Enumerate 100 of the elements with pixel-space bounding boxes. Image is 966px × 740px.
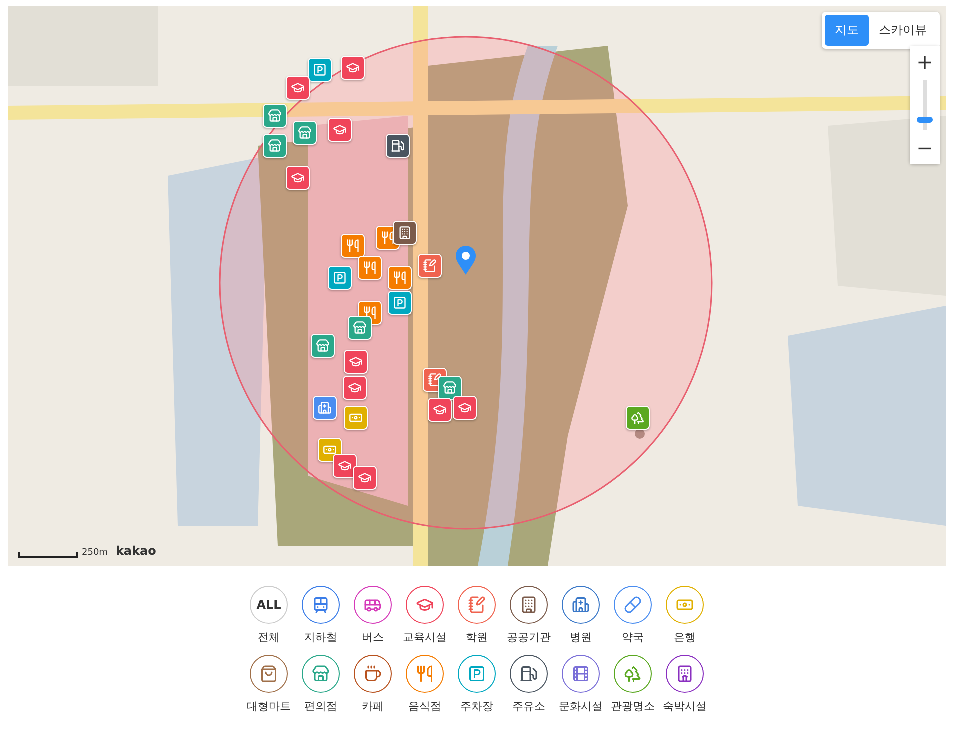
category-label: 편의점 bbox=[304, 699, 338, 714]
map-marker[interactable] bbox=[388, 266, 412, 290]
map-marker[interactable] bbox=[438, 376, 462, 400]
graduation-cap-icon bbox=[458, 401, 472, 415]
zoom-slider-thumb[interactable] bbox=[917, 117, 933, 123]
category-button[interactable]: ALL bbox=[250, 586, 288, 624]
map-marker[interactable] bbox=[626, 406, 650, 430]
coffee-icon bbox=[364, 665, 382, 683]
zoom-in-button[interactable]: + bbox=[910, 46, 940, 78]
category-label: 약국 bbox=[622, 630, 644, 645]
category-button[interactable] bbox=[614, 586, 652, 624]
map-marker[interactable] bbox=[344, 406, 368, 430]
map-logo: kakao bbox=[116, 544, 156, 558]
category-button[interactable] bbox=[302, 586, 340, 624]
graduation-cap-icon bbox=[338, 459, 352, 473]
category-button[interactable] bbox=[510, 655, 548, 693]
map-marker[interactable] bbox=[348, 316, 372, 340]
store-icon bbox=[298, 126, 312, 140]
category-button[interactable] bbox=[354, 655, 392, 693]
map-marker[interactable] bbox=[358, 256, 382, 280]
building-icon bbox=[398, 226, 412, 240]
location-pin-icon bbox=[455, 246, 477, 276]
map-marker[interactable] bbox=[388, 291, 412, 315]
map-marker[interactable] bbox=[263, 104, 287, 128]
map-marker[interactable] bbox=[286, 166, 310, 190]
notebook-icon bbox=[428, 373, 442, 387]
store-icon bbox=[268, 139, 282, 153]
map-marker[interactable] bbox=[341, 56, 365, 80]
category-label: 문화시설 bbox=[559, 699, 603, 714]
category-button[interactable] bbox=[562, 586, 600, 624]
category-button[interactable] bbox=[406, 586, 444, 624]
map-marker[interactable] bbox=[308, 58, 332, 82]
map-marker[interactable] bbox=[286, 76, 310, 100]
map-marker[interactable] bbox=[333, 454, 357, 478]
map-marker[interactable] bbox=[418, 254, 442, 278]
parking-icon bbox=[468, 665, 486, 683]
map-marker[interactable] bbox=[393, 221, 417, 245]
utensils-icon bbox=[363, 261, 377, 275]
category-button[interactable] bbox=[562, 655, 600, 693]
fuel-icon bbox=[520, 665, 538, 683]
map-marker[interactable] bbox=[428, 398, 452, 422]
map-marker[interactable] bbox=[353, 466, 377, 490]
scale-label: 250m bbox=[82, 548, 108, 558]
parking-icon bbox=[333, 271, 347, 285]
hospital-icon bbox=[318, 401, 332, 415]
graduation-cap-icon bbox=[291, 81, 305, 95]
banknote-icon bbox=[349, 411, 363, 425]
category-button[interactable] bbox=[666, 655, 704, 693]
film-icon bbox=[572, 665, 590, 683]
store-icon bbox=[353, 321, 367, 335]
store-icon bbox=[268, 109, 282, 123]
graduation-cap-icon bbox=[433, 403, 447, 417]
category-label: 병원 bbox=[570, 630, 592, 645]
category-button[interactable] bbox=[458, 586, 496, 624]
graduation-cap-icon bbox=[416, 596, 434, 614]
utensils-icon bbox=[363, 306, 377, 320]
category-button[interactable] bbox=[250, 655, 288, 693]
banknote-icon bbox=[323, 443, 337, 457]
map-marker[interactable] bbox=[293, 121, 317, 145]
map-marker[interactable] bbox=[328, 118, 352, 142]
hotel-icon bbox=[676, 665, 694, 683]
graduation-cap-icon bbox=[291, 171, 305, 185]
map-marker[interactable] bbox=[344, 350, 368, 374]
trees-icon bbox=[624, 665, 642, 683]
category-label: 주차장 bbox=[460, 699, 494, 714]
utensils-icon bbox=[346, 239, 360, 253]
map-marker[interactable] bbox=[263, 134, 287, 158]
map-marker[interactable] bbox=[386, 134, 410, 158]
notebook-icon bbox=[468, 596, 486, 614]
trees-icon bbox=[631, 411, 645, 425]
category-label: 버스 bbox=[362, 630, 384, 645]
graduation-cap-icon bbox=[333, 123, 347, 137]
graduation-cap-icon bbox=[358, 471, 372, 485]
category-button[interactable] bbox=[354, 586, 392, 624]
store-icon bbox=[316, 339, 330, 353]
category-label: 카페 bbox=[362, 699, 384, 714]
category-label: 음식점 bbox=[408, 699, 442, 714]
category-label: 대형마트 bbox=[247, 699, 291, 714]
map-marker[interactable] bbox=[341, 234, 365, 258]
category-label: 공공기관 bbox=[507, 630, 551, 645]
graduation-cap-icon bbox=[348, 381, 362, 395]
category-button[interactable] bbox=[510, 586, 548, 624]
graduation-cap-icon bbox=[346, 61, 360, 75]
category-label: 전체 bbox=[258, 630, 280, 645]
utensils-icon bbox=[416, 665, 434, 683]
graduation-cap-icon bbox=[349, 355, 363, 369]
zoom-out-button[interactable]: − bbox=[910, 132, 940, 164]
map-marker[interactable] bbox=[328, 266, 352, 290]
map-marker[interactable] bbox=[453, 396, 477, 420]
parking-icon bbox=[393, 296, 407, 310]
pill-icon bbox=[624, 596, 642, 614]
store-icon bbox=[443, 381, 457, 395]
map-marker[interactable] bbox=[313, 396, 337, 420]
shopping-bag-icon bbox=[260, 665, 278, 683]
category-label: 교육시설 bbox=[403, 630, 447, 645]
building-icon bbox=[520, 596, 538, 614]
parking-icon bbox=[313, 63, 327, 77]
scale-bar bbox=[18, 552, 78, 558]
map-marker[interactable] bbox=[311, 334, 335, 358]
map-marker[interactable] bbox=[343, 376, 367, 400]
